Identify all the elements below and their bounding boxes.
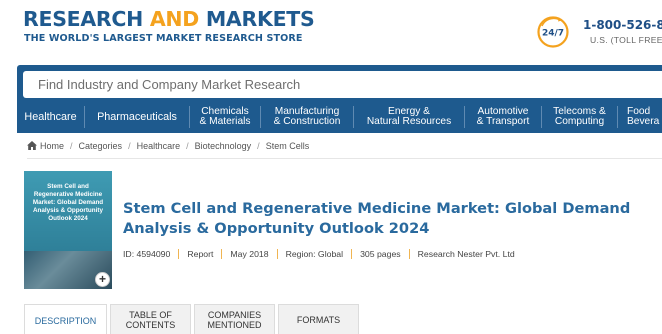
site-logo[interactable]: RESEARCH AND MARKETS	[23, 7, 315, 31]
tab-label: TABLE OF CONTENTS	[125, 310, 176, 330]
nav-item-label: Pharmaceuticals	[97, 110, 177, 123]
breadcrumb-biotechnology[interactable]: Biotechnology	[195, 141, 252, 151]
nav-item-label: Chemicals & Materials	[199, 105, 251, 127]
nav-item-label: Healthcare	[24, 110, 77, 123]
tab-companies-mentioned[interactable]: COMPANIES MENTIONED	[194, 304, 275, 334]
breadcrumb-home[interactable]: Home	[40, 141, 64, 151]
nav-item-label: Automotive & Transport	[476, 105, 530, 127]
nav-item-energy-natural-resources[interactable]: Energy & Natural Resources	[354, 101, 464, 133]
nav-item-chemicals-materials[interactable]: Chemicals & Materials	[190, 101, 260, 133]
phone-number[interactable]: 1-800-526-863	[583, 18, 662, 32]
breadcrumb: Home / Categories / Healthcare / Biotech…	[27, 139, 309, 152]
nav-item-manufacturing-construction[interactable]: Manufacturing & Construction	[261, 101, 353, 133]
breadcrumb-divider	[27, 158, 662, 159]
site-tagline: THE WORLD'S LARGEST MARKET RESEARCH STOR…	[24, 33, 303, 44]
tollfree-label: U.S. (TOLL FREE)	[590, 35, 662, 45]
nav-item-label: Manufacturing & Construction	[273, 105, 341, 127]
tab-description[interactable]: DESCRIPTION	[24, 304, 107, 334]
report-region: Region: Global	[276, 249, 351, 259]
nav-item-automotive-transport[interactable]: Automotive & Transport	[465, 101, 541, 133]
tab-label: DESCRIPTION	[34, 315, 97, 326]
home-icon	[27, 141, 37, 150]
breadcrumb-categories[interactable]: Categories	[79, 141, 123, 151]
report-pages: 305 pages	[351, 249, 409, 259]
report-type: Report	[178, 249, 221, 259]
logo-text-markets: MARKETS	[199, 7, 315, 31]
breadcrumb-healthcare[interactable]: Healthcare	[137, 141, 181, 151]
logo-text-research: RESEARCH	[23, 7, 150, 31]
nav-item-food-beverage[interactable]: Food Bevera	[618, 101, 662, 133]
site-header: RESEARCH AND MARKETS THE WORLD'S LARGEST…	[0, 0, 662, 58]
nav-item-label: Food Bevera	[627, 105, 660, 127]
zoom-plus-icon[interactable]: +	[95, 272, 110, 287]
report-id: ID: 4594090	[123, 249, 171, 259]
clock-24-7-icon: 24/7	[537, 16, 569, 48]
tab-label: COMPANIES MENTIONED	[207, 310, 262, 330]
nav-item-healthcare[interactable]: Healthcare	[17, 101, 84, 133]
cover-title: Stem Cell and Regenerative Medicine Mark…	[32, 183, 104, 223]
report-date: May 2018	[221, 249, 276, 259]
logo-text-and: AND	[149, 7, 199, 31]
nav-item-pharmaceuticals[interactable]: Pharmaceuticals	[85, 101, 189, 133]
nav-item-label: Energy & Natural Resources	[366, 105, 452, 127]
search-input[interactable]	[23, 71, 662, 98]
tab-table-of-contents[interactable]: TABLE OF CONTENTS	[110, 304, 191, 334]
report-meta: ID: 4594090 Report May 2018 Region: Glob…	[123, 248, 523, 260]
nav-item-telecoms-computing[interactable]: Telecoms & Computing	[542, 101, 617, 133]
tab-formats[interactable]: FORMATS	[278, 304, 359, 334]
breadcrumb-stem-cells[interactable]: Stem Cells	[266, 141, 310, 151]
badge-label: 24/7	[542, 29, 564, 39]
report-publisher[interactable]: Research Nester Pvt. Ltd	[408, 249, 523, 259]
report-title: Stem Cell and Regenerative Medicine Mark…	[123, 200, 631, 237]
nav-item-label: Telecoms & Computing	[553, 105, 606, 127]
tab-label: FORMATS	[296, 315, 341, 325]
